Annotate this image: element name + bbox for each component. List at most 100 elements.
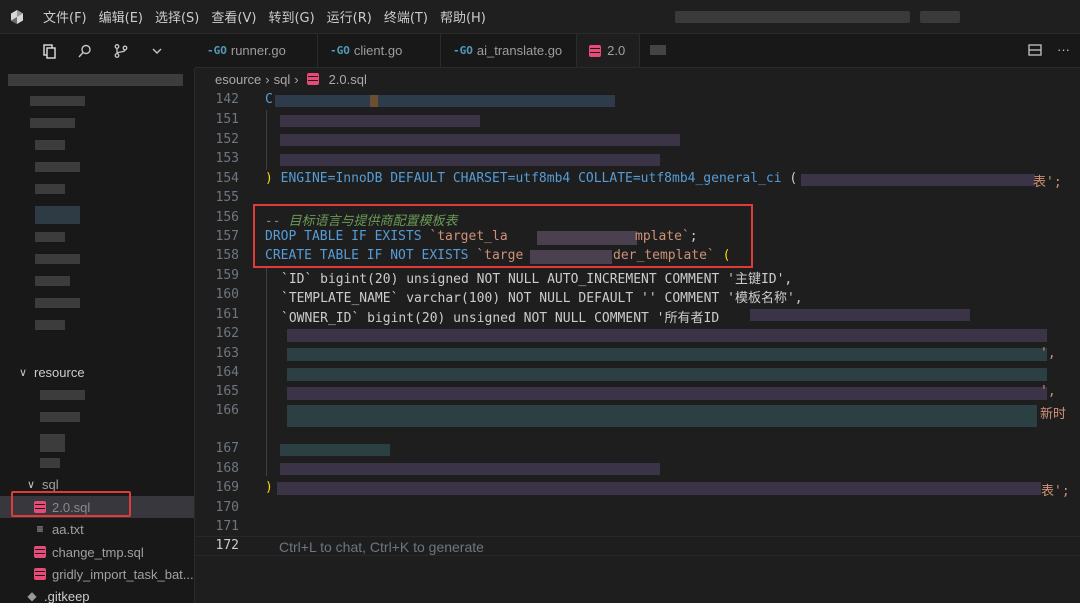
redacted-tree-item <box>35 320 65 330</box>
database-file-icon <box>589 44 602 57</box>
git-file-icon: ◆ <box>27 589 37 603</box>
tab-2-0-sql[interactable]: 2.0 <box>577 34 641 67</box>
line-number: 165 <box>215 384 239 399</box>
code-editor[interactable]: 142 151 152 153 154 155 156 157 158 159 … <box>195 90 1080 603</box>
redacted-tree-item <box>35 276 70 286</box>
tab-actions: ··· <box>1027 42 1070 61</box>
database-file-icon <box>306 73 319 85</box>
redacted-code <box>287 387 1047 400</box>
line-number: 170 <box>215 500 239 515</box>
go-file-icon: -GO <box>453 44 473 57</box>
code-line: C <box>265 92 273 107</box>
redacted-tree-item <box>40 412 80 422</box>
line-number: 155 <box>215 190 239 205</box>
line-number: 168 <box>215 461 239 476</box>
redacted-tree-item <box>40 458 60 468</box>
explorer-icon[interactable] <box>40 42 58 60</box>
chevron-down-icon[interactable] <box>148 42 166 60</box>
redacted-tree-item <box>8 74 183 86</box>
split-editor-icon[interactable] <box>1027 42 1043 61</box>
menu-file[interactable]: 文件(F) <box>38 3 92 30</box>
file-change-tmp-sql[interactable]: change_tmp.sql <box>0 541 194 563</box>
menu-terminal[interactable]: 终端(T) <box>379 3 433 30</box>
redacted-tree-item <box>30 118 75 128</box>
sidebar-header <box>0 34 195 68</box>
redacted-tree-item <box>35 140 65 150</box>
redacted-code <box>287 368 1047 381</box>
app-logo-icon <box>0 0 34 34</box>
line-number: 158 <box>215 248 239 263</box>
folder-resource[interactable]: ∨ resource <box>0 361 194 383</box>
editor-tabs: -GO runner.go -GO client.go -GO ai_trans… <box>195 34 1080 68</box>
line-number: 157 <box>215 229 239 244</box>
ai-hint-text: Ctrl+L to chat, Ctrl+K to generate <box>279 539 484 555</box>
line-number: 167 <box>215 441 239 456</box>
code-line: 表'; <box>1033 175 1062 190</box>
breadcrumb-file[interactable]: 2.0.sql <box>329 72 367 87</box>
code-line: `ID` bigint(20) unsigned NOT NULL AUTO_I… <box>281 272 793 287</box>
redacted-tree-item <box>35 232 65 242</box>
line-number: 159 <box>215 268 239 283</box>
source-control-icon[interactable] <box>112 42 130 60</box>
menu-go[interactable]: 转到(G) <box>263 3 319 30</box>
file-label: .gitkeep <box>44 588 90 603</box>
menu-bar: 文件(F) 编辑(E) 选择(S) 查看(V) 转到(G) 运行(R) 终端(T… <box>38 3 491 30</box>
redacted-tab <box>650 45 667 55</box>
breadcrumb-folder[interactable]: esource <box>215 72 261 87</box>
breadcrumb-folder[interactable]: sql <box>274 72 291 87</box>
indent-guide <box>266 266 267 476</box>
line-number: 142 <box>215 92 239 107</box>
text-file-icon: ≡ <box>36 522 44 536</box>
explorer-sidebar: ∨ resource ∨ sql 2.0.sql ≡ aa.txt change… <box>0 68 195 603</box>
redacted-tree-item <box>35 162 80 172</box>
chevron-right-icon: › <box>265 71 270 87</box>
search-icon[interactable] <box>76 42 94 60</box>
chevron-right-icon: › <box>294 71 299 87</box>
redacted-code <box>287 405 1037 427</box>
window-title-redacted <box>675 11 910 23</box>
code-line: ) ENGINE=InnoDB DEFAULT CHARSET=utf8mb4 … <box>265 171 798 186</box>
line-number: 154 <box>215 171 239 186</box>
line-number: 162 <box>215 326 239 341</box>
redacted-tree-item <box>40 434 65 452</box>
menu-edit[interactable]: 编辑(E) <box>94 3 148 30</box>
tab-runner-go[interactable]: -GO runner.go <box>195 34 318 67</box>
redacted-code <box>280 154 660 166</box>
redacted-tree-item <box>40 390 85 400</box>
tab-client-go[interactable]: -GO client.go <box>318 34 441 67</box>
menu-help[interactable]: 帮助(H) <box>435 3 491 30</box>
tab-label: ai_translate.go <box>476 43 563 58</box>
line-number: 171 <box>215 519 239 534</box>
redacted-code <box>275 95 615 107</box>
redacted-tree-item <box>35 206 80 224</box>
file-label: change_tmp.sql <box>52 544 144 560</box>
line-number: 160 <box>215 287 239 302</box>
redacted-tree-item <box>35 254 80 264</box>
menu-selection[interactable]: 选择(S) <box>150 3 204 30</box>
redacted-code <box>280 463 660 475</box>
breadcrumb: esource › sql › 2.0.sql <box>195 68 1080 90</box>
tab-ai-translate-go[interactable]: -GO ai_translate.go <box>441 34 578 67</box>
file-aa-txt[interactable]: ≡ aa.txt <box>0 518 194 540</box>
go-file-icon: -GO <box>330 44 350 57</box>
redacted-tree-item <box>30 96 85 106</box>
redacted-code <box>287 348 1047 361</box>
menu-view[interactable]: 查看(V) <box>206 3 261 30</box>
redacted-code <box>370 95 378 107</box>
code-line: 表'; <box>1041 484 1070 499</box>
tab-label: runner.go <box>230 43 286 58</box>
file-gitkeep[interactable]: ◆ .gitkeep <box>0 585 194 603</box>
file-gridly-import[interactable]: gridly_import_task_bat... <box>0 563 194 585</box>
line-number: 166 <box>215 403 239 418</box>
redacted-code <box>280 444 390 456</box>
chevron-down-icon: ∨ <box>26 478 36 491</box>
redacted-code <box>750 309 970 321</box>
redacted-code <box>287 329 1047 342</box>
chevron-down-icon: ∨ <box>18 366 28 379</box>
redacted-tree-item <box>35 184 65 194</box>
indent-guide <box>266 110 267 170</box>
menu-run[interactable]: 运行(R) <box>322 3 377 30</box>
code-line: 新时 <box>1040 407 1067 422</box>
redacted-code <box>280 134 680 146</box>
more-actions-icon[interactable]: ··· <box>1057 42 1070 61</box>
